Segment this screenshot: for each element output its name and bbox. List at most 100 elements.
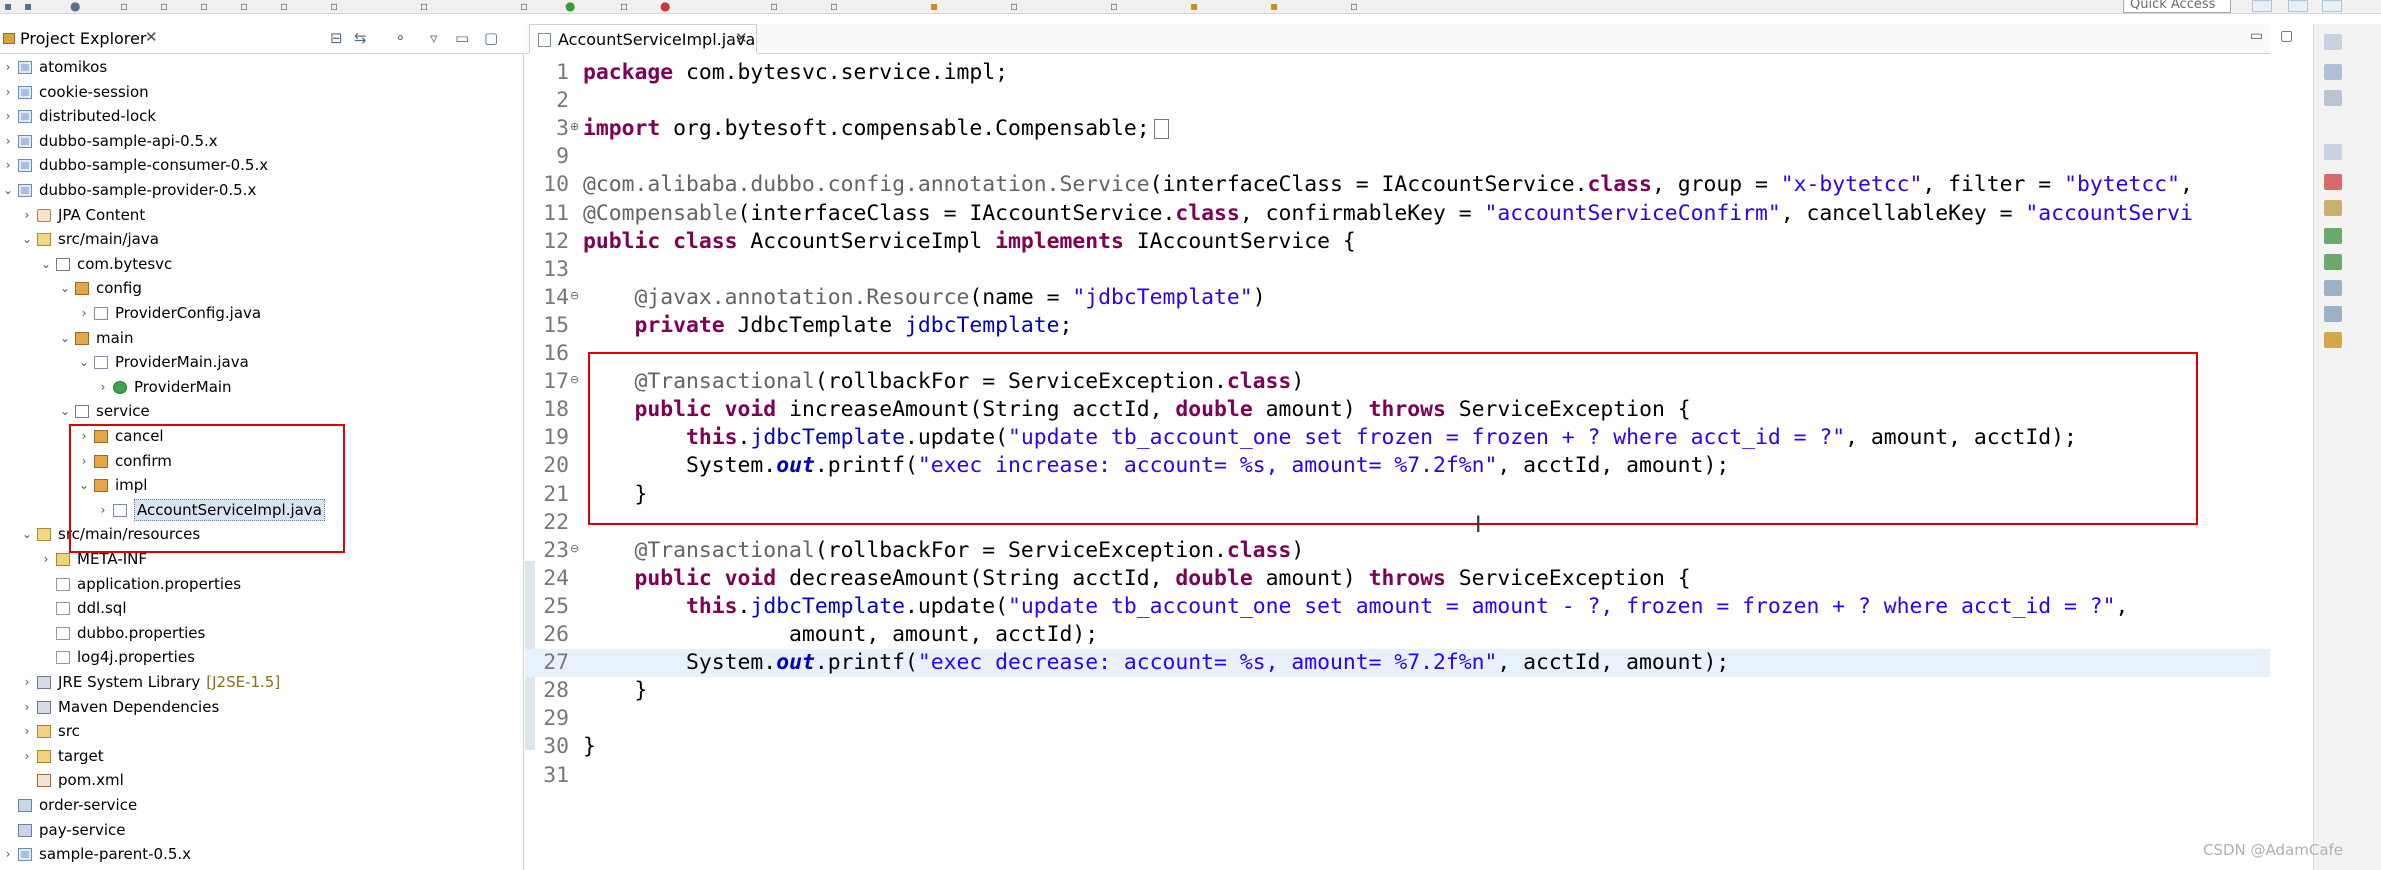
tree-item[interactable]: › ProviderMain [97, 375, 522, 400]
code-line[interactable]: 13 [525, 256, 2270, 284]
toolbar-icon[interactable]: ▫ [240, 0, 248, 13]
chevron-right-icon[interactable]: › [21, 670, 33, 694]
toolbar-icon[interactable]: ▫ [330, 0, 338, 13]
tree-item[interactable]: › META-INF [40, 547, 522, 572]
code-line[interactable]: 31 [525, 762, 2270, 790]
code-area[interactable]: 1 package com.bytesvc.service.impl; 2 3 ⊕ imp… [525, 55, 2270, 870]
tree-item[interactable]: ⌄ dubbo-sample-provider-0.5.x [2, 178, 522, 203]
toolbar-icon[interactable]: ▫ [620, 0, 628, 13]
toolbar-icon[interactable]: ▫ [420, 0, 428, 13]
view-menu-icon[interactable]: ▿ [430, 29, 438, 47]
chevron-right-icon[interactable]: › [78, 301, 90, 325]
close-icon[interactable]: ✕ [735, 29, 748, 47]
chevron-right-icon[interactable]: › [2, 153, 14, 177]
code-line[interactable]: 27 System.out.printf("exec decrease: acc… [525, 649, 2270, 678]
code-line[interactable]: 29 [525, 705, 2270, 733]
toolbar-icon[interactable]: ▫ [1110, 0, 1118, 13]
tree-item[interactable]: ⌄ service [59, 399, 522, 424]
code-line[interactable]: 15 private JdbcTemplate jdbcTemplate; [525, 312, 2270, 340]
toolbar-icon[interactable]: ▪ [1190, 0, 1198, 13]
code-line[interactable]: 12 public class AccountServiceImpl implem… [525, 228, 2270, 256]
tree-item[interactable]: › dubbo-sample-api-0.5.x [2, 129, 522, 154]
editor-tab-accountserviceimpl[interactable]: AccountServiceImpl.java ✕ [529, 24, 757, 54]
minimize-icon[interactable]: ▭ [2250, 28, 2263, 44]
chevron-right-icon[interactable]: › [97, 375, 109, 399]
toolbar-icon[interactable]: ▫ [200, 0, 208, 13]
code-line[interactable]: 23 ⊖ @Transactional(rollbackFor = Service… [525, 537, 2270, 565]
toolbar-icon[interactable]: ▫ [830, 0, 838, 13]
chevron-right-icon[interactable]: › [21, 695, 33, 719]
code-line[interactable]: 9 [525, 143, 2270, 171]
tree-item[interactable]: ⌄ main [59, 326, 522, 351]
tree-item[interactable]: › atomikos [2, 55, 522, 80]
code-line[interactable]: 30} [525, 733, 2270, 761]
code-line[interactable]: 26 amount, amount, acctId); [525, 621, 2270, 649]
chevron-down-icon[interactable]: ⌄ [59, 399, 71, 423]
data-source-icon[interactable] [2324, 254, 2342, 270]
code-line[interactable]: 2 [525, 87, 2270, 115]
tree-item[interactable]: dubbo.properties [40, 621, 522, 646]
tree-item[interactable]: order-service [2, 793, 522, 818]
tree-item[interactable]: › confirm [78, 449, 522, 474]
tree-item[interactable]: ⌄ src/main/java [21, 227, 522, 252]
console-icon[interactable] [2324, 306, 2342, 322]
code-line[interactable]: 28 } [525, 677, 2270, 705]
code-line[interactable]: 1 package com.bytesvc.service.impl; [525, 59, 2270, 87]
code-line[interactable]: 21 } [525, 481, 2270, 509]
chevron-down-icon[interactable]: ⌄ [21, 227, 33, 251]
close-icon[interactable]: ✕ [145, 28, 158, 46]
code-line[interactable]: 25 this.jdbcTemplate.update("update tb_a… [525, 593, 2270, 621]
tree-item[interactable]: ddl.sql [40, 596, 522, 621]
snippets-icon[interactable] [2324, 280, 2342, 296]
code-line[interactable]: 16 [525, 340, 2270, 368]
code-line[interactable]: 10 @com.alibaba.dubbo.config.annotation.S… [525, 171, 2270, 199]
tree-item[interactable]: ⌄ ProviderMain.java [78, 350, 522, 375]
toolbar-icon[interactable]: ▪ [930, 0, 938, 13]
tree-item[interactable]: › sample-parent-0.5.x [2, 842, 522, 867]
code-line[interactable]: 20 System.out.printf("exec increase: acc… [525, 452, 2270, 480]
chevron-right-icon[interactable]: › [97, 498, 109, 522]
quick-access-input[interactable]: Quick Access [2123, 0, 2231, 13]
tree-item[interactable]: › ProviderConfig.java [78, 301, 522, 326]
chevron-right-icon[interactable]: › [21, 744, 33, 768]
junit-icon[interactable] [2324, 332, 2342, 348]
toolbar-icon[interactable]: ▫ [520, 0, 528, 13]
chevron-down-icon[interactable]: ⌄ [40, 252, 52, 276]
markers-icon[interactable] [2324, 174, 2342, 190]
chevron-right-icon[interactable]: › [21, 719, 33, 743]
task-list-icon[interactable] [2324, 90, 2342, 106]
chevron-down-icon[interactable]: ⌄ [21, 522, 33, 546]
maximize-icon[interactable]: ▢ [484, 29, 498, 47]
fold-expand-icon[interactable]: ⊕ [570, 113, 579, 141]
chevron-right-icon[interactable]: › [2, 80, 14, 104]
chevron-right-icon[interactable]: › [2, 55, 14, 79]
chevron-down-icon[interactable]: ⌄ [59, 326, 71, 350]
project-explorer-tab[interactable]: Project Explorer ✕ ⊟ ⇆ ⚬ ▿ ▭ ▢ [0, 24, 524, 54]
chevron-right-icon[interactable]: › [2, 129, 14, 153]
tree-item[interactable]: › AccountServiceImpl.java [97, 498, 522, 523]
code-line[interactable]: 3 ⊕ import org.bytesoft.compensable.Compen… [525, 115, 2270, 143]
fold-collapse-icon[interactable]: ⊖ [570, 366, 579, 394]
toolbar-icon[interactable]: ▫ [1010, 0, 1018, 13]
chevron-down-icon[interactable]: ⌄ [59, 276, 71, 300]
tree-item[interactable]: log4j.properties [40, 645, 522, 670]
debug-icon[interactable]: ● [70, 0, 80, 13]
java-ee-perspective-icon[interactable] [2288, 0, 2308, 12]
save-icon[interactable]: ▪ [24, 0, 32, 13]
code-line[interactable]: 19 this.jdbcTemplate.update("update tb_a… [525, 424, 2270, 452]
minimize-icon[interactable]: ▭ [455, 29, 469, 47]
tree-item[interactable]: › cookie-session [2, 80, 522, 105]
code-line[interactable]: 11 @Compensable(interfaceClass = IAccount… [525, 200, 2270, 228]
code-line[interactable]: 17 ⊖ @Transactional(rollbackFor = Service… [525, 368, 2270, 396]
toolbar-icon[interactable]: ● [660, 0, 670, 13]
collapse-all-icon[interactable]: ⊟ [330, 29, 343, 47]
collapsed-code-icon[interactable] [1153, 119, 1169, 140]
fold-collapse-icon[interactable]: ⊖ [570, 535, 579, 563]
toolbar-icon[interactable]: ▫ [1350, 0, 1358, 13]
chevron-down-icon[interactable]: ⌄ [2, 178, 14, 202]
filter-icon[interactable]: ⚬ [394, 29, 407, 47]
servers-icon[interactable] [2324, 228, 2342, 244]
toolbar-icon[interactable]: ▫ [770, 0, 778, 13]
tree-item[interactable]: › JPA Content [21, 203, 522, 228]
code-line[interactable]: 14 ⊖ @javax.annotation.Resource(name = "j… [525, 284, 2270, 312]
